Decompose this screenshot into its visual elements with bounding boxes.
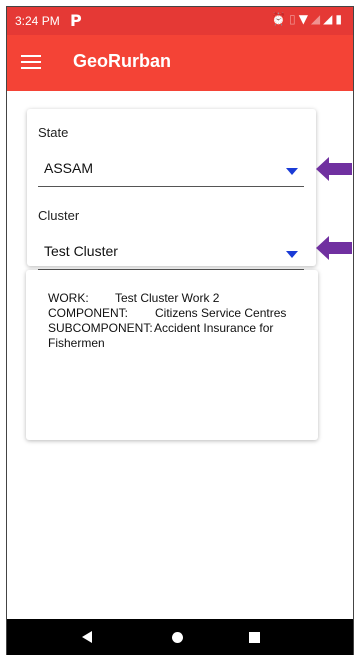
notification-icon: P bbox=[70, 11, 82, 30]
recents-icon[interactable] bbox=[249, 632, 260, 643]
cluster-label: Cluster bbox=[38, 208, 80, 223]
cluster-dropdown-caret-icon[interactable] bbox=[286, 251, 298, 258]
work-value: Test Cluster Work 2 bbox=[115, 291, 220, 305]
state-dropdown-caret-icon[interactable] bbox=[286, 168, 298, 175]
cluster-value: Test Cluster bbox=[44, 243, 118, 259]
wifi-icon: ▼ bbox=[298, 12, 311, 26]
work-details: WORK: Test Cluster Work 2 COMPONENT: Citiz… bbox=[48, 291, 286, 351]
status-bar: 3:24 PM P ⏰▯▼◢◢▮ bbox=[7, 7, 353, 35]
annotation-arrow-icon bbox=[316, 157, 352, 181]
phone-screen: 3:24 PM P ⏰▯▼◢◢▮ GeoRurban State ASSAM C… bbox=[6, 6, 354, 655]
work-details-card: WORK: Test Cluster Work 2 COMPONENT: Citiz… bbox=[26, 270, 318, 440]
hamburger-menu-icon[interactable] bbox=[21, 55, 41, 69]
state-label: State bbox=[38, 125, 69, 140]
cluster-dropdown[interactable]: Test Cluster bbox=[38, 235, 304, 270]
work-label: WORK: bbox=[48, 291, 89, 305]
vibrate-icon: ▯ bbox=[289, 12, 299, 26]
app-bar: GeoRurban bbox=[7, 35, 353, 91]
navigation-bar bbox=[7, 619, 353, 655]
component-value: Citizens Service Centres bbox=[155, 306, 287, 320]
alarm-icon: ⏰ bbox=[271, 12, 290, 26]
signal-icon: ◢ bbox=[310, 12, 324, 26]
selection-card: State ASSAM Cluster Test Cluster bbox=[27, 109, 316, 270]
status-time: 3:24 PM bbox=[15, 14, 60, 28]
state-dropdown[interactable]: ASSAM bbox=[38, 152, 304, 187]
status-icons: ⏰▯▼◢◢▮ bbox=[271, 12, 345, 26]
subcomponent-label: SUBCOMPONENT: bbox=[48, 321, 153, 335]
component-label: COMPONENT: bbox=[48, 306, 129, 320]
state-value: ASSAM bbox=[44, 160, 94, 176]
app-title: GeoRurban bbox=[73, 51, 172, 71]
signal-icon: ◢ bbox=[323, 12, 336, 26]
battery-icon: ▮ bbox=[335, 12, 345, 26]
home-icon[interactable] bbox=[172, 632, 183, 643]
subcomponent-value-continued: Fishermen bbox=[48, 336, 105, 350]
subcomponent-value: Accident Insurance for bbox=[154, 321, 274, 335]
annotation-arrow-icon bbox=[316, 236, 352, 260]
back-icon[interactable] bbox=[82, 631, 92, 643]
